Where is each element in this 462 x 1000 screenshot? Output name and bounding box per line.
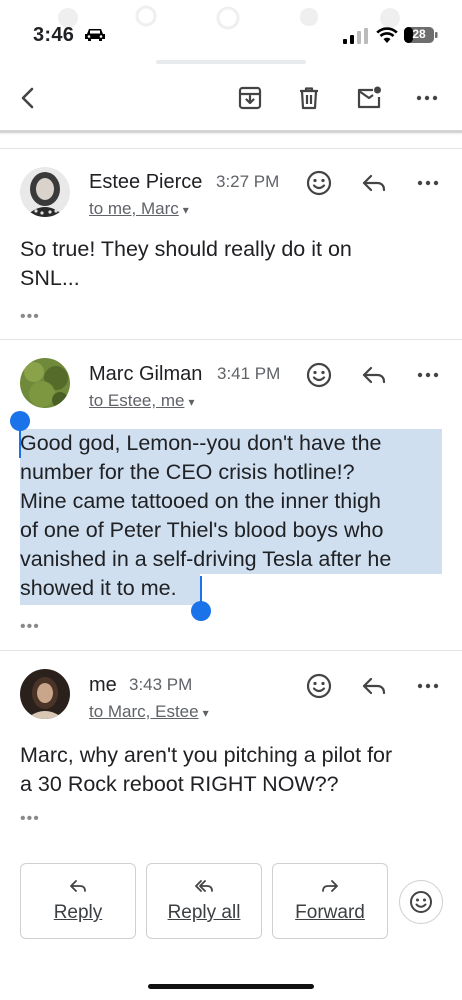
reply-all-action-button[interactable]: Reply all	[146, 863, 262, 939]
body-line: showed it to me.	[20, 576, 177, 600]
delete-button[interactable]	[291, 80, 327, 116]
cellular-signal-icon	[343, 28, 368, 44]
home-indicator	[148, 984, 314, 989]
recipients-toggle[interactable]: to me, Marc ▾	[89, 199, 189, 219]
body-line: Marc, why aren't you pitching a pilot fo…	[20, 743, 393, 767]
emoji-icon	[306, 362, 332, 388]
status-time: 3:46	[33, 24, 75, 46]
chevron-down-icon: ▾	[202, 706, 209, 720]
message-body: Marc, why aren't you pitching a pilot fo…	[20, 741, 440, 799]
add-reaction-button[interactable]	[304, 168, 334, 198]
avatar-me-image	[20, 669, 70, 719]
battery-level: 28	[412, 27, 426, 41]
add-reaction-button[interactable]	[304, 671, 334, 701]
body-line: vanished in a self-driving Tesla after h…	[20, 547, 392, 571]
sender-name[interactable]: Marc Gilman	[89, 363, 202, 386]
more-horizontal-icon	[417, 683, 439, 689]
car-icon	[85, 29, 105, 41]
chevron-down-icon: ▾	[188, 395, 195, 409]
avatar-estee-image	[20, 167, 70, 217]
recipients-toggle[interactable]: to Estee, me ▾	[89, 391, 194, 411]
reply-icon	[362, 366, 386, 384]
recipients-toggle[interactable]: to Marc, Estee ▾	[89, 702, 209, 722]
mark-unread-icon	[357, 86, 381, 109]
avatar[interactable]	[20, 167, 70, 217]
more-horizontal-icon	[416, 95, 438, 101]
reply-button[interactable]	[359, 671, 389, 701]
top-toolbar	[0, 68, 462, 133]
reply-icon	[70, 880, 86, 892]
message-more-button[interactable]	[413, 360, 443, 390]
reply-action-button[interactable]: Reply	[20, 863, 136, 939]
message-time: 3:41 PM	[217, 364, 281, 383]
message-more-button[interactable]	[413, 168, 443, 198]
recipients-text: to Estee, me	[89, 391, 185, 410]
avatar[interactable]	[20, 358, 70, 408]
body-line: Mine came tattooed on the inner thigh	[20, 489, 381, 513]
archive-icon	[238, 86, 262, 110]
more-options-button[interactable]	[409, 80, 445, 116]
body-line: SNL...	[20, 266, 80, 290]
body-line: number for the CEO crisis hotline!?	[20, 460, 355, 484]
recipients-text: to me, Marc	[89, 199, 179, 218]
message-time: 3:43 PM	[129, 675, 193, 694]
back-button[interactable]	[10, 80, 46, 116]
message-time: 3:27 PM	[216, 172, 280, 191]
reply-all-icon	[195, 880, 213, 892]
message-more-button[interactable]	[413, 671, 443, 701]
sheet-grabber	[156, 60, 306, 64]
selection-end-handle[interactable]	[191, 601, 211, 621]
reply-label: Reply	[53, 902, 103, 923]
sender-name[interactable]: Estee Pierce	[89, 171, 202, 194]
arrow-back-icon	[21, 87, 34, 109]
reply-button[interactable]	[359, 360, 389, 390]
forward-label: Forward	[295, 902, 365, 923]
mark-unread-button[interactable]	[351, 80, 387, 116]
body-line: So true! They should really do it on	[20, 237, 352, 261]
reply-button[interactable]	[359, 168, 389, 198]
add-reaction-button[interactable]	[304, 360, 334, 390]
more-horizontal-icon	[417, 372, 439, 378]
more-horizontal-icon	[417, 180, 439, 186]
show-trimmed-content-button[interactable]: •••	[20, 810, 40, 828]
reply-icon	[362, 174, 386, 192]
selection-start-caret	[19, 428, 21, 458]
message-body: So true! They should really do it on SNL…	[20, 235, 440, 293]
message-divider	[0, 650, 462, 651]
message-body-selected[interactable]: Good god, Lemon--you don't have the numb…	[20, 429, 450, 603]
emoji-icon	[306, 170, 332, 196]
reply-all-label: Reply all	[167, 902, 241, 923]
react-emoji-button[interactable]	[399, 880, 443, 924]
archive-button[interactable]	[232, 80, 268, 116]
reply-icon	[362, 677, 386, 695]
emoji-icon	[306, 673, 332, 699]
wifi-icon	[376, 27, 398, 43]
message-divider	[0, 148, 462, 149]
show-trimmed-content-button[interactable]: •••	[20, 308, 40, 326]
forward-icon	[322, 880, 338, 892]
body-line: Good god, Lemon--you don't have the	[20, 431, 382, 455]
body-line: of one of Peter Thiel's blood boys who	[20, 518, 384, 542]
chevron-down-icon: ▾	[182, 203, 189, 217]
body-line: a 30 Rock reboot RIGHT NOW??	[20, 772, 339, 796]
trash-icon	[300, 87, 318, 110]
forward-action-button[interactable]: Forward	[272, 863, 388, 939]
avatar-marc-image	[20, 358, 70, 408]
emoji-icon	[410, 891, 432, 913]
recipients-text: to Marc, Estee	[89, 702, 199, 721]
avatar[interactable]	[20, 669, 70, 719]
show-trimmed-content-button[interactable]: •••	[20, 618, 40, 636]
message-divider	[0, 339, 462, 340]
sender-name[interactable]: me	[89, 674, 117, 697]
